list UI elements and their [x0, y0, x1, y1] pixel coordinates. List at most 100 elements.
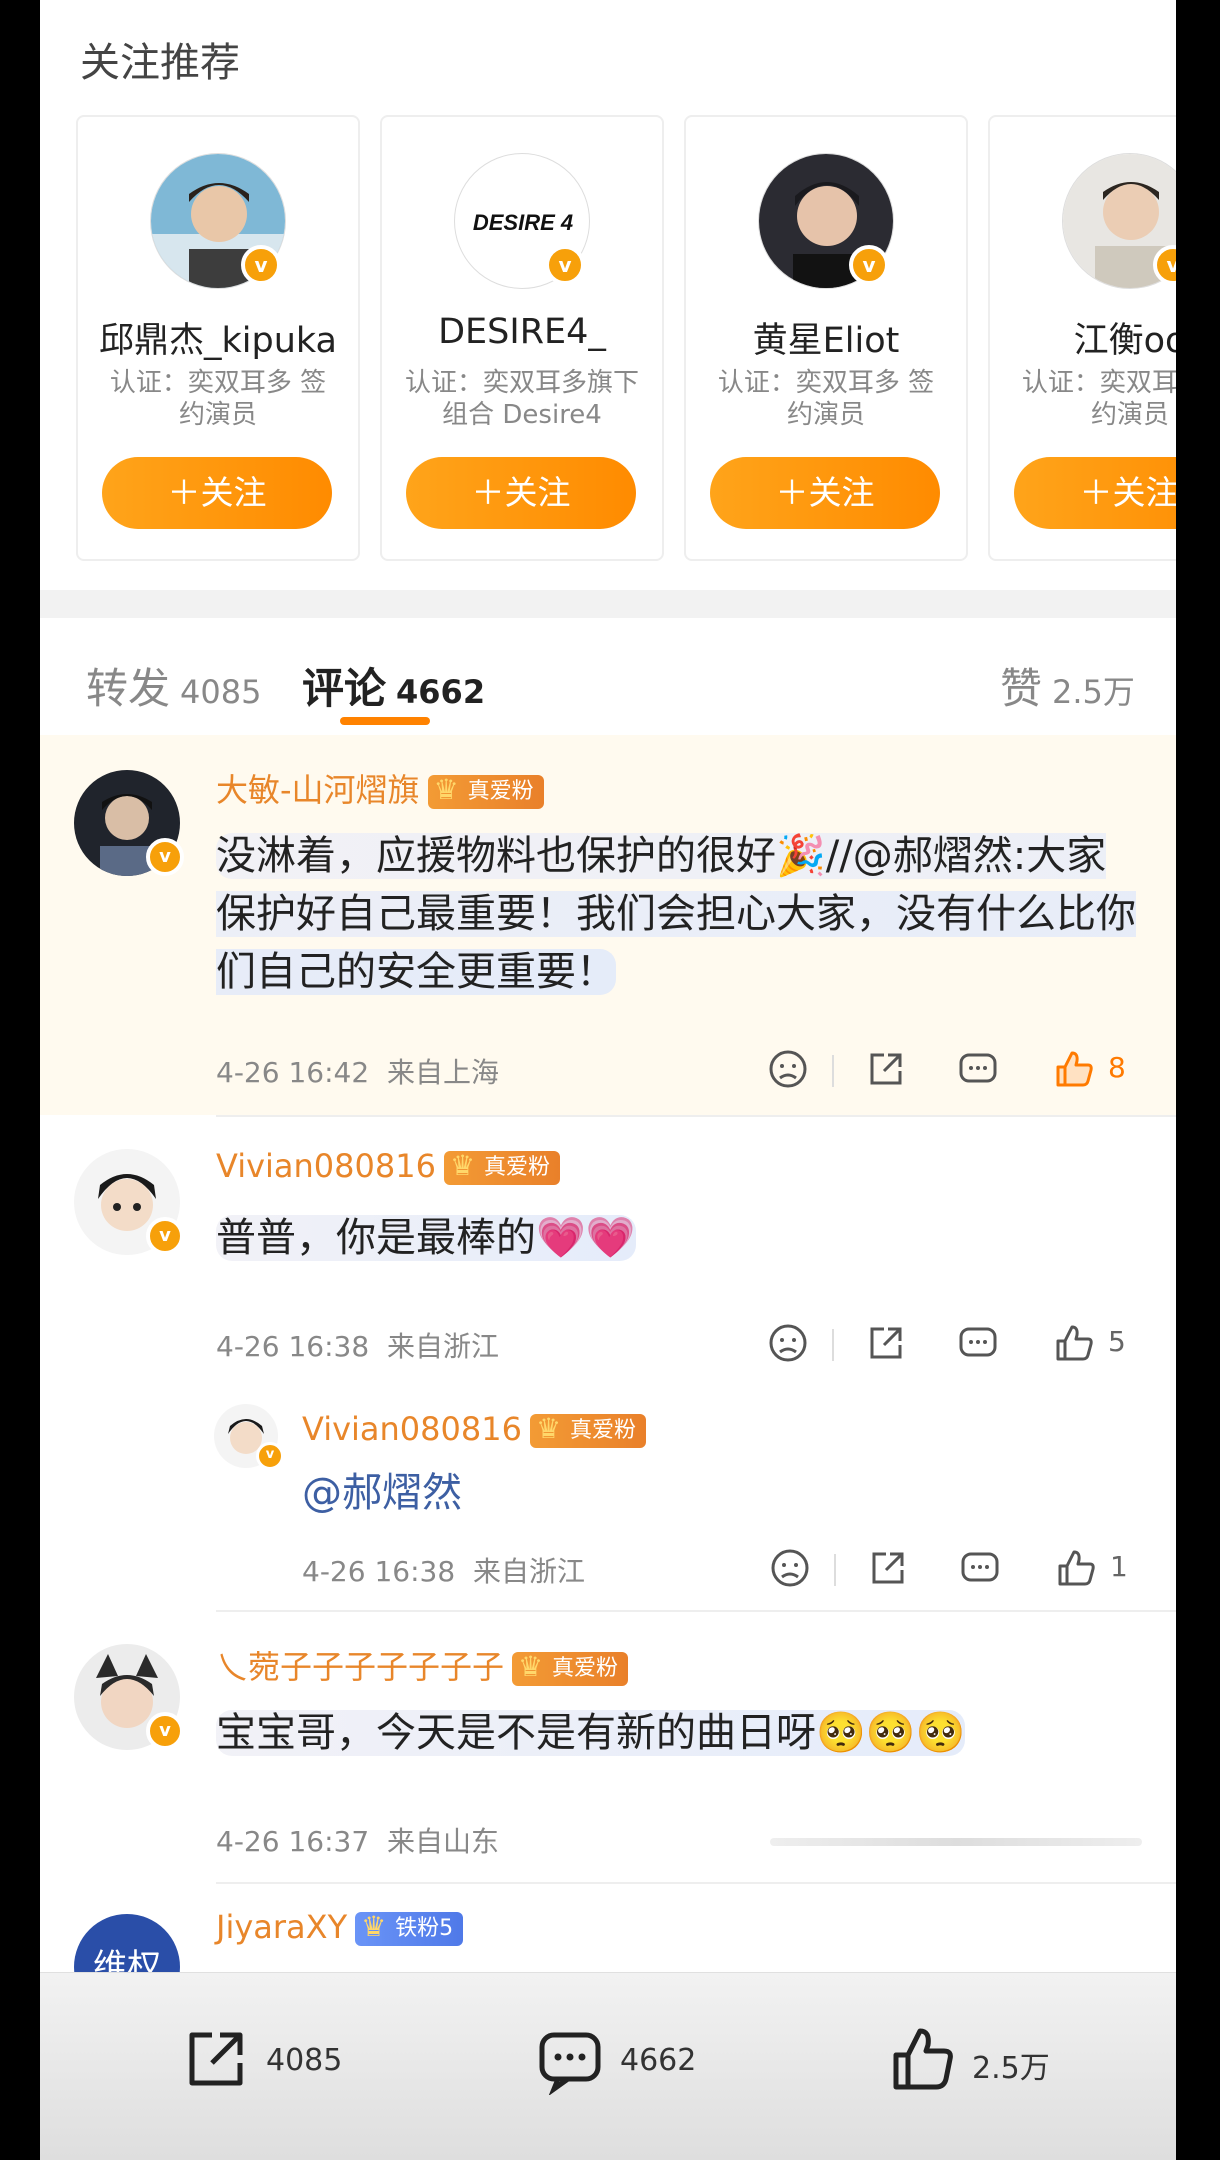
- comment-item: v Vivian080816真爱粉 普普，你是最棒的💗💗 4-26 16:38 …: [40, 1117, 1176, 1377]
- comment-author-name: Vivian080816: [302, 1410, 522, 1448]
- comment-text-content: 宝宝哥，今天是不是有新的曲日呀🥺🥺🥺: [216, 1710, 966, 1756]
- angry-face-icon[interactable]: [766, 1047, 810, 1091]
- bottom-action-bar: 4085 4662 2.5万: [40, 1972, 1176, 2160]
- action-separator: [832, 1055, 834, 1087]
- verified-icon: v: [146, 1712, 184, 1750]
- like-count: 5: [1108, 1325, 1126, 1358]
- follow-button[interactable]: ＋关注: [1014, 457, 1176, 529]
- comment-author-name: Vivian080816: [216, 1147, 436, 1185]
- thumbs-up-icon[interactable]: [1054, 1546, 1098, 1590]
- tab-like-count: 2.5万: [1052, 673, 1135, 711]
- user-desc: 认证：奕双耳多 签约演员: [1021, 368, 1176, 430]
- fan-badge: 真爱粉: [512, 1650, 629, 1686]
- comment-icon: [539, 2032, 601, 2095]
- comment-meta: 4-26 16:37 来自山东: [216, 1820, 499, 1860]
- tab-comment[interactable]: 评论 4662: [302, 655, 485, 716]
- repost-count: 4085: [266, 2043, 343, 2078]
- tab-comment-label: 评论: [302, 664, 387, 713]
- desire4-logo: DESIRE 4: [473, 210, 573, 235]
- user-desc: 认证：奕双耳多 签约演员: [717, 368, 935, 430]
- thumbs-up-icon[interactable]: [1052, 1321, 1096, 1365]
- comment-icon[interactable]: [958, 1546, 1002, 1590]
- like-count: 2.5万: [972, 2051, 1050, 2086]
- fan-badge: 真爱粉: [443, 1149, 560, 1185]
- user-name[interactable]: 黄星Eliot: [686, 312, 966, 363]
- user-desc: 认证：奕双耳多 签约演员: [109, 368, 327, 430]
- comment-actions: 1: [768, 1546, 1176, 1596]
- active-tab-indicator: [340, 717, 430, 725]
- user-name[interactable]: 江衡oo: [990, 312, 1176, 363]
- recommend-card[interactable]: v 江衡oo 认证：奕双耳多 签约演员 ＋关注: [988, 115, 1176, 561]
- like-count: 1: [1110, 1550, 1128, 1583]
- comment-text[interactable]: @郝熠然: [302, 1464, 1002, 1522]
- thumbs-up-icon: [893, 2028, 953, 2090]
- follow-button[interactable]: ＋关注: [710, 457, 940, 529]
- recommend-card[interactable]: DESIRE 4 v DESIRE4_ 认证：奕双耳多旗下组合 Desire4 …: [380, 115, 664, 561]
- loading-placeholder: [770, 1838, 1142, 1846]
- verified-icon: v: [545, 245, 585, 285]
- comment-text: 没淋着，应援物料也保护的很好🎉//@郝熠然:大家保护好自己最重要！我们会担心大家…: [216, 827, 1146, 1001]
- comment-text: 普普，你是最棒的💗💗: [216, 1209, 776, 1267]
- comment-time: 4-26 16:42: [216, 1056, 370, 1089]
- tab-comment-count: 4662: [396, 673, 486, 711]
- thumbs-up-icon[interactable]: [1052, 1047, 1096, 1091]
- verified-icon: v: [146, 1217, 184, 1255]
- comment-item: v 大敏-山河熠旗真爱粉 没淋着，应援物料也保护的很好🎉//@郝熠然:大家保护好…: [40, 735, 1176, 1115]
- follow-button[interactable]: ＋关注: [102, 457, 332, 529]
- angry-face-icon[interactable]: [768, 1546, 812, 1590]
- post-tabs: 转发 4085 评论 4662 赞 2.5万: [40, 620, 1176, 730]
- share-icon: [189, 2032, 243, 2086]
- repost-button[interactable]: 4085: [180, 2023, 380, 2103]
- comment-text: 宝宝哥，今天是不是有新的曲日呀🥺🥺🥺: [216, 1704, 1076, 1762]
- user-desc: 认证：奕双耳多旗下组合 Desire4: [404, 368, 639, 430]
- fan-badge: 真爱粉: [427, 773, 544, 809]
- comment-actions: 8: [766, 1047, 1176, 1097]
- comment-icon[interactable]: [956, 1047, 1000, 1091]
- reply-item: v Vivian080816真爱粉 @郝熠然 4-26 16:38 来自浙江 1: [40, 1380, 1176, 1610]
- section-divider: [40, 590, 1176, 618]
- tab-like[interactable]: 赞 2.5万: [1000, 655, 1135, 716]
- comment-location: 来自山东: [386, 1825, 499, 1858]
- comment-actions: 5: [766, 1321, 1176, 1371]
- comment-icon[interactable]: [956, 1321, 1000, 1365]
- verified-icon: v: [241, 245, 281, 285]
- comment-author-name: 大敏-山河熠旗: [216, 771, 420, 809]
- comment-button[interactable]: 4662: [534, 2023, 734, 2103]
- angry-face-icon[interactable]: [766, 1321, 810, 1365]
- recommend-card[interactable]: v 黄星Eliot 认证：奕双耳多 签约演员 ＋关注: [684, 115, 968, 561]
- comment-count: 4662: [620, 2043, 697, 2078]
- user-name[interactable]: 邱鼎杰_kipuka: [78, 312, 358, 363]
- tab-repost-count: 4085: [180, 673, 262, 711]
- tab-repost-label: 转发: [86, 664, 171, 713]
- comment-location: 来自浙江: [472, 1555, 585, 1588]
- verified-icon: v: [256, 1442, 284, 1470]
- comment-meta: 4-26 16:42 来自上海: [216, 1051, 499, 1091]
- comment-author-name: JiyaraXY: [216, 1908, 348, 1946]
- action-separator: [834, 1554, 836, 1586]
- share-icon[interactable]: [864, 1321, 908, 1365]
- comment-author[interactable]: 乀菀子子子子子子子真爱粉: [216, 1642, 629, 1688]
- comment-time: 4-26 16:38: [216, 1330, 370, 1363]
- comment-author[interactable]: Vivian080816真爱粉: [302, 1410, 646, 1448]
- comment-time: 4-26 16:38: [302, 1555, 456, 1588]
- comment-location: 来自浙江: [386, 1330, 499, 1363]
- recommend-card[interactable]: v 邱鼎杰_kipuka 认证：奕双耳多 签约演员 ＋关注: [76, 115, 360, 561]
- share-icon[interactable]: [864, 1047, 908, 1091]
- comment-time: 4-26 16:37: [216, 1825, 370, 1858]
- recommend-cards[interactable]: v 邱鼎杰_kipuka 认证：奕双耳多 签约演员 ＋关注 DESIRE 4 v…: [76, 115, 1176, 563]
- verified-icon: v: [849, 245, 889, 285]
- follow-button[interactable]: ＋关注: [406, 457, 636, 529]
- like-count: 8: [1108, 1051, 1126, 1084]
- action-separator: [832, 1329, 834, 1361]
- like-button[interactable]: 2.5万: [886, 2023, 1086, 2103]
- verified-icon: v: [146, 838, 184, 876]
- comment-author[interactable]: Vivian080816真爱粉: [216, 1147, 560, 1185]
- comment-author[interactable]: 大敏-山河熠旗真爱粉: [216, 765, 544, 811]
- comment-author[interactable]: JiyaraXY铁粉5: [216, 1908, 464, 1946]
- comment-text-content: 没淋着，应援物料也保护的很好🎉//@郝熠然:大家保护好自己最重要！我们会担心大家…: [216, 833, 1136, 995]
- weibo-post-screen: 关注推荐 v 邱鼎杰_kipuka 认证：奕双耳多 签约演员 ＋关注 DESIR…: [40, 0, 1176, 2160]
- fan-badge: 铁粉5: [355, 1910, 464, 1946]
- user-name[interactable]: DESIRE4_: [382, 312, 662, 352]
- share-icon[interactable]: [866, 1546, 910, 1590]
- tab-repost[interactable]: 转发 4085: [86, 655, 261, 716]
